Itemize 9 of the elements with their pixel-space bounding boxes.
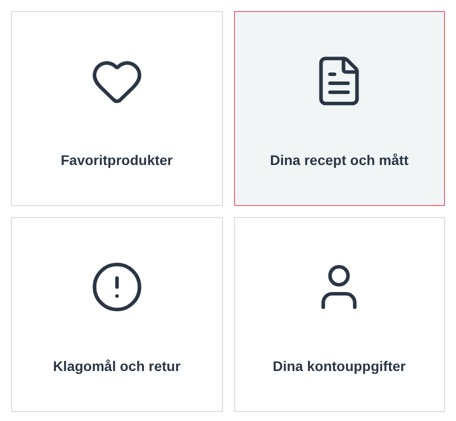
menu-card[interactable]: Klagomål och retur bbox=[11, 217, 222, 412]
menu-card[interactable]: Dina recept och mått bbox=[234, 11, 445, 206]
menu-card[interactable]: Dina kontouppgifter bbox=[234, 217, 445, 412]
card-label: Dina recept och mått bbox=[270, 151, 408, 170]
card-label: Klagomål och retur bbox=[52, 357, 181, 376]
card-label: Dina kontouppgifter bbox=[272, 357, 406, 376]
alert-icon bbox=[90, 260, 144, 314]
menu-card[interactable]: Favoritprodukter bbox=[11, 11, 222, 206]
card-label: Favoritprodukter bbox=[60, 151, 173, 170]
